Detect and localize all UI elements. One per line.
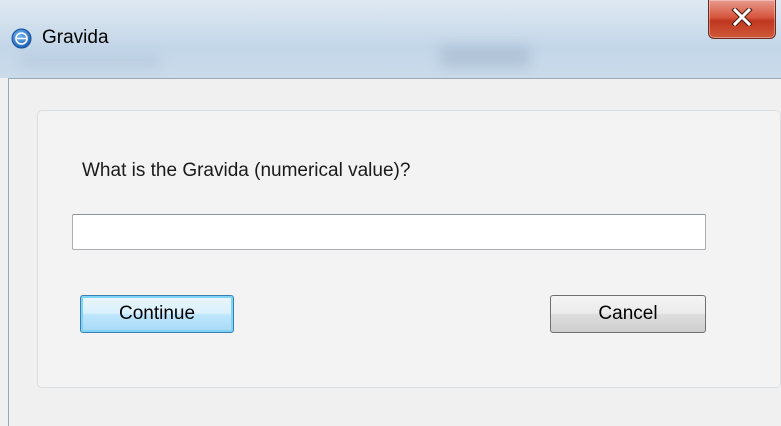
close-x-icon: [731, 5, 753, 31]
app-globe-icon: [11, 28, 32, 49]
dialog-client-area: What is the Gravida (numerical value)? C…: [8, 78, 781, 426]
continue-button[interactable]: Continue: [80, 295, 234, 333]
cancel-button[interactable]: Cancel: [550, 295, 706, 333]
gravida-input[interactable]: [72, 214, 706, 250]
close-button[interactable]: [708, 0, 776, 39]
window-title: Gravida: [42, 27, 109, 48]
dialog-panel: What is the Gravida (numerical value)? C…: [37, 110, 781, 388]
dialog-window: Gravida What is the Gravida (numerical v…: [0, 0, 781, 426]
question-label: What is the Gravida (numerical value)?: [82, 160, 411, 181]
title-bar[interactable]: Gravida: [0, 0, 781, 78]
